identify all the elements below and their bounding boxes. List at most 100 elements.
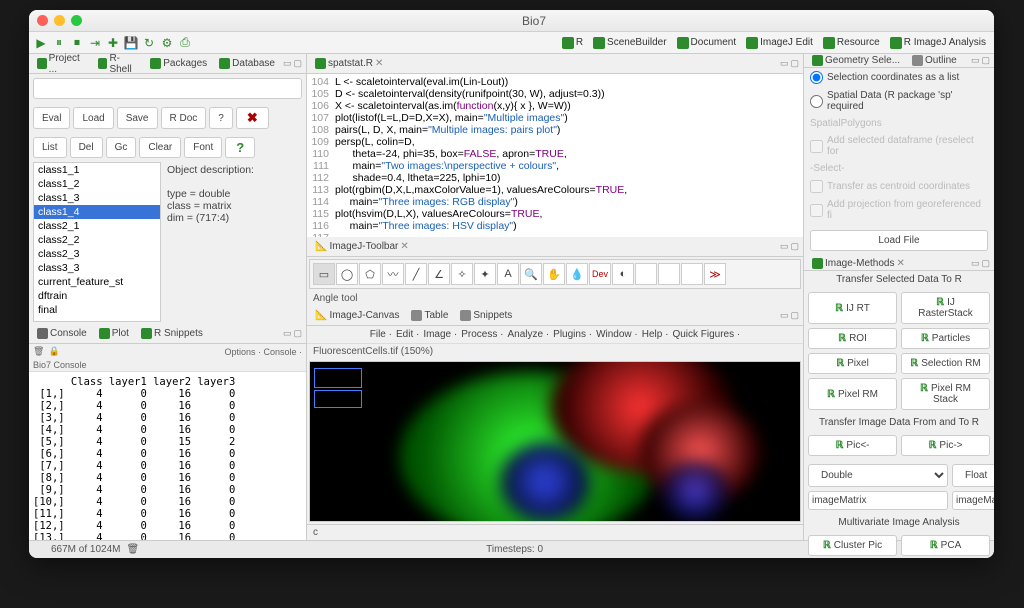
image-matrix-input-2[interactable] [952,491,994,510]
list-item[interactable]: class1_2 [34,177,160,191]
method-button[interactable]: ℝPic-> [901,435,990,456]
help-button[interactable]: ? [209,107,233,129]
dtype-select-1[interactable]: Double [808,464,948,487]
load-file-button[interactable]: Load File [810,230,988,251]
stop-icon[interactable]: ⏹ [69,35,85,51]
perspective-tab[interactable]: Document [673,36,741,50]
menu-item[interactable]: Plugins · [553,329,592,340]
perspective-tab[interactable]: ImageJ Edit [742,36,817,50]
list-item[interactable]: class2_3 [34,247,160,261]
lut-tool-icon[interactable]: ◐ [612,263,634,285]
tab-image-methods[interactable]: Image-Methods ✕ [808,257,909,270]
help2-button[interactable]: ? [225,137,255,158]
close-icon[interactable] [37,15,48,26]
list-item[interactable]: current_feature_st [34,275,160,289]
list-item[interactable]: class1_1 [34,163,160,177]
tab-table[interactable]: Table [407,309,452,322]
tab-packages[interactable]: Packages [146,57,211,70]
method-button[interactable]: ℝIJ RasterStack [901,292,990,324]
eval-button[interactable]: Eval [33,107,70,129]
tab-project[interactable]: Project ... [33,52,90,76]
variable-list[interactable]: class1_1class1_2class1_3class1_4class2_1… [33,162,161,322]
save-icon[interactable]: 💾 [123,35,139,51]
load-button[interactable]: Load [73,107,113,129]
perspective-tab[interactable]: R ImageJ Analysis [886,36,990,50]
more-tools-icon[interactable]: ≫ [704,263,726,285]
method-button[interactable]: ℝParticles [901,328,990,349]
save-button[interactable]: Save [117,107,158,129]
menu-item[interactable]: Analyze · [507,329,549,340]
search-input[interactable] [33,78,302,99]
minimize-console-icon[interactable]: ▭ [283,328,292,339]
wand-tool-icon[interactable]: ✦ [474,263,496,285]
menu-item[interactable]: Process · [461,329,503,340]
code-editor[interactable]: 104L <- scaletointerval(eval.im(Lin-Lout… [307,74,803,237]
list-item[interactable]: class3_3 [34,261,160,275]
point-tool-icon[interactable]: ✧ [451,263,473,285]
menu-item[interactable]: Help · [642,329,669,340]
close-tab-icon[interactable]: ✕ [375,58,383,69]
gc-icon[interactable]: 🗑 [127,544,140,555]
radio-spatial-data[interactable] [810,95,823,108]
tab-snippets[interactable]: Snippets [456,309,516,322]
roi-rect-2[interactable] [314,390,362,408]
method-button[interactable]: ℝPixel RM [808,378,897,410]
menu-item[interactable]: File · [370,329,392,340]
run-icon[interactable]: ▶ [33,35,49,51]
print-icon[interactable]: ⎙ [177,35,193,51]
tab-r-shell[interactable]: R-Shell [94,52,142,76]
method-button[interactable]: ℝPixel RM Stack [901,378,990,410]
tab-plot[interactable]: Plot [95,327,133,340]
perspective-tab[interactable]: SceneBuilder [589,36,670,50]
step-icon[interactable]: ⇥ [87,35,103,51]
list-item[interactable]: class2_2 [34,233,160,247]
zoom-tool-icon[interactable]: 🔍 [520,263,542,285]
clear-button[interactable]: Clear [139,137,181,158]
dev-tool-icon[interactable]: Dev [589,263,611,285]
del-button[interactable]: Del [70,137,103,158]
list-item[interactable]: dftrain [34,289,160,303]
method-button[interactable]: ℝPixel [808,353,897,374]
gear-icon[interactable]: ⚙ [159,35,175,51]
method-button[interactable]: ℝSelection RM [901,353,990,374]
console-lock-icon[interactable]: 🔒 [48,346,59,357]
radio-coord-list[interactable] [810,71,823,84]
perspective-tab[interactable]: R [558,36,587,50]
maximize-view-icon[interactable]: ▢ [293,58,302,69]
dtype-select-2[interactable]: Float [952,464,994,487]
dropper-tool-icon[interactable]: 💧 [566,263,588,285]
empty-tool-2[interactable] [658,263,680,285]
list-item[interactable]: class1_4 [34,205,160,219]
gc-button[interactable]: Gc [106,137,137,158]
menu-item[interactable]: Image · [423,329,457,340]
tab-outline[interactable]: Outline [908,54,961,67]
list-item[interactable]: final [34,303,160,317]
line-tool-icon[interactable]: ╱ [405,263,427,285]
method-button[interactable]: ℝPCA [901,535,990,556]
polygon-tool-icon[interactable]: ⬠ [359,263,381,285]
list-item[interactable]: class2_1 [34,219,160,233]
rdoc-button[interactable]: R Doc [161,107,207,129]
tab-geometry-selection[interactable]: Geometry Sele... [808,54,904,67]
perspective-tab[interactable]: Resource [819,36,884,50]
empty-tool-1[interactable] [635,263,657,285]
empty-tool-3[interactable] [681,263,703,285]
maximize-console-icon[interactable]: ▢ [293,328,302,339]
tab-r-snippets[interactable]: R Snippets [137,327,207,340]
minimize-editor-icon[interactable]: ▭ [780,58,789,69]
tab-spatstat[interactable]: spatstat.R ✕ [311,57,387,70]
pause-icon[interactable]: ⏸ [51,35,67,51]
minimize-view-icon[interactable]: ▭ [283,58,292,69]
text-tool-icon[interactable]: A [497,263,519,285]
plus-icon[interactable]: ✚ [105,35,121,51]
oval-tool-icon[interactable]: ◯ [336,263,358,285]
tab-database[interactable]: Database [215,57,279,70]
list-button[interactable]: List [33,137,67,158]
method-button[interactable]: ℝIJ RT [808,292,897,324]
method-button[interactable]: ℝPic<- [808,435,897,456]
console-clear-icon[interactable]: 🗑 [33,346,44,357]
roi-rect-1[interactable] [314,368,362,388]
minimize-icon[interactable] [54,15,65,26]
menu-item[interactable]: Edit · [396,329,419,340]
hand-tool-icon[interactable]: ✋ [543,263,565,285]
